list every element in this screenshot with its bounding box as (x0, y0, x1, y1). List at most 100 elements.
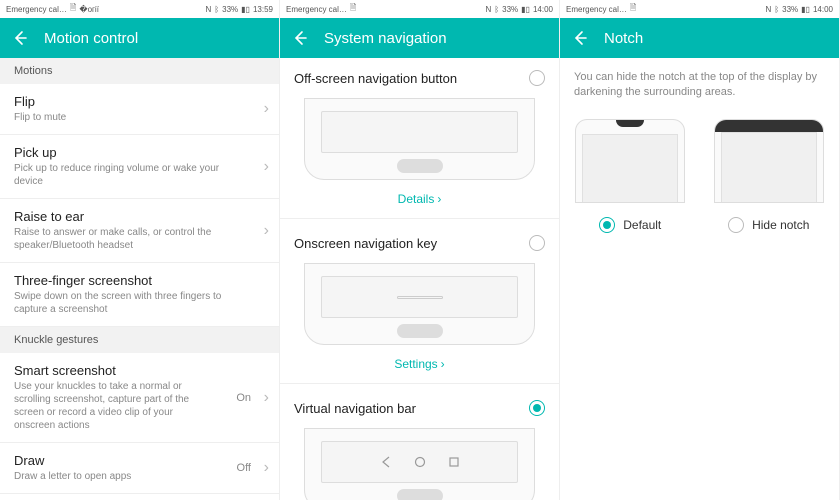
nfc-icon: N (486, 5, 492, 14)
back-button[interactable] (292, 30, 308, 46)
preview-screen (321, 441, 518, 483)
row-sub: Use your knuckles to take a normal or sc… (14, 380, 212, 432)
preview-onscreenkey (304, 263, 535, 345)
battery-icon: ▮▯ (241, 5, 250, 14)
preview-screen (582, 134, 678, 202)
option-label: Off-screen navigation button (294, 71, 457, 86)
bt-pct: 33% (502, 5, 518, 14)
row-title: Raise to ear (14, 209, 241, 224)
content[interactable]: You can hide the notch at the top of the… (560, 58, 839, 500)
radio-unselected[interactable] (529, 235, 545, 251)
option-offscreen[interactable]: Off-screen navigation button (280, 58, 559, 98)
divider (280, 383, 559, 384)
chevron-right-icon: › (264, 158, 269, 176)
option-hide-notch[interactable]: Hide notch (705, 119, 834, 233)
preview-offscreen (304, 98, 535, 180)
row-title: Three-finger screenshot (14, 273, 241, 288)
back-button[interactable] (12, 30, 28, 46)
section-motions: Motions (0, 58, 279, 84)
status-time: 13:59 (253, 5, 273, 14)
notch-options: Default Hide notch (560, 119, 839, 233)
status-bar: Emergency cal…🗎 Nᛒ33%▮▯14:00 (560, 0, 839, 18)
nfc-icon: N (766, 5, 772, 14)
screen-notch: Emergency cal…🗎 Nᛒ33%▮▯14:00 Notch You c… (560, 0, 840, 500)
back-arrow-icon (292, 30, 308, 46)
row-threefinger[interactable]: Three-finger screenshot Swipe down on the… (0, 263, 279, 327)
battery-icon: ▮▯ (801, 5, 810, 14)
status-time: 14:00 (813, 5, 833, 14)
notch-icon (616, 120, 644, 127)
bt-icon: ᛒ (774, 5, 779, 14)
content[interactable]: Off-screen navigation button Details› On… (280, 58, 559, 500)
chevron-right-icon: › (264, 389, 269, 407)
nav-key-icon (397, 296, 443, 299)
row-sub: Draw a letter to open apps (14, 470, 213, 483)
row-pickup[interactable]: Pick up Pick up to reduce ringing volume … (0, 135, 279, 199)
status-emergency: Emergency cal… (286, 5, 347, 14)
row-title: Draw (14, 453, 213, 468)
preview-screen (321, 276, 518, 318)
preview-hide (714, 119, 824, 203)
dark-bar-icon (715, 120, 823, 132)
radio-selected[interactable] (599, 217, 615, 233)
page-title: Motion control (44, 30, 138, 47)
row-state: Off (237, 462, 251, 474)
radio-unselected[interactable] (728, 217, 744, 233)
option-default[interactable]: Default (566, 119, 695, 233)
row-smart-screenshot[interactable]: Smart screenshot Use your knuckles to tak… (0, 353, 279, 443)
page-title: Notch (604, 30, 643, 47)
row-flip[interactable]: FlipFlip to mute › (0, 84, 279, 135)
home-pill-icon (397, 324, 443, 338)
section-knuckle: Knuckle gestures (0, 327, 279, 353)
row-splitscreen[interactable]: Split-screen gestureDraw a line across t… (0, 494, 279, 500)
nav-recent-icon (448, 456, 460, 468)
details-link[interactable]: Details› (280, 186, 559, 218)
option-virtual-bar[interactable]: Virtual navigation bar (280, 388, 559, 428)
status-emergency: Emergency cal… (6, 5, 67, 14)
preview-screen (721, 132, 817, 202)
app-header: System navigation (280, 18, 559, 58)
radio-selected[interactable] (529, 400, 545, 416)
row-sub: Pick up to reduce ringing volume or wake… (14, 162, 241, 188)
row-title: Pick up (14, 145, 241, 160)
row-state: On (236, 392, 251, 404)
back-arrow-icon (12, 30, 28, 46)
bt-icon: ᛒ (494, 5, 499, 14)
home-pill-icon (397, 159, 443, 173)
bt-pct: 33% (222, 5, 238, 14)
option-onscreen-key[interactable]: Onscreen navigation key (280, 223, 559, 263)
back-button[interactable] (572, 30, 588, 46)
status-time: 14:00 (533, 5, 553, 14)
row-draw[interactable]: Draw Draw a letter to open apps Off › (0, 443, 279, 494)
status-bar: Emergency cal…🗎 Nᛒ33%▮▯14:00 (280, 0, 559, 18)
chevron-right-icon: › (264, 100, 269, 118)
preview-virtualbar (304, 428, 535, 500)
row-raise[interactable]: Raise to earRaise to answer or make call… (0, 199, 279, 263)
battery-icon: ▮▯ (521, 5, 530, 14)
screen-system-navigation: Emergency cal…🗎 Nᛒ33%▮▯14:00 System navi… (280, 0, 560, 500)
preview-default (575, 119, 685, 203)
row-sub: Flip to mute (14, 111, 241, 124)
notch-description: You can hide the notch at the top of the… (560, 58, 839, 119)
screen-motion-control: Emergency cal… 🗎 �огії N ᛒ33% ▮▯ 13:59 M… (0, 0, 280, 500)
option-label: Onscreen navigation key (294, 236, 437, 251)
option-label: Default (623, 218, 661, 232)
chevron-right-icon: › (264, 459, 269, 477)
bt-icon: ᛒ (214, 5, 219, 14)
sim-icon: 🗎 (350, 2, 356, 16)
nav-back-icon (380, 456, 392, 468)
bt-pct: 33% (782, 5, 798, 14)
radio-unselected[interactable] (529, 70, 545, 86)
nfc-icon: N (206, 5, 212, 14)
option-label: Hide notch (752, 218, 809, 232)
divider (280, 218, 559, 219)
app-header: Notch (560, 18, 839, 58)
home-pill-icon (397, 489, 443, 500)
nav-home-icon (414, 456, 426, 468)
settings-link[interactable]: Settings› (280, 351, 559, 383)
row-title: Smart screenshot (14, 363, 212, 378)
chevron-right-icon: › (441, 357, 445, 371)
preview-screen (321, 111, 518, 153)
row-sub: Swipe down on the screen with three fing… (14, 290, 241, 316)
content[interactable]: Motions FlipFlip to mute › Pick upPick u… (0, 58, 279, 500)
